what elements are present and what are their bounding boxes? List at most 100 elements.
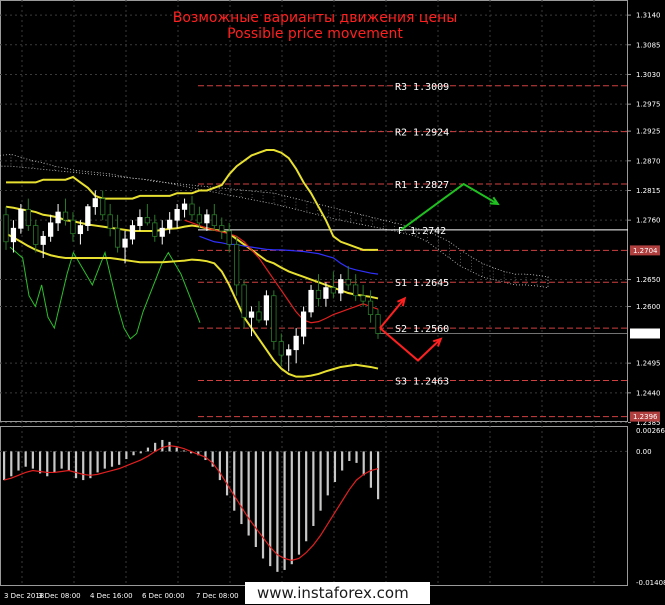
candle-body [226, 230, 232, 245]
x-tick-label: 7 Dec 08:00 [196, 592, 239, 600]
macd-bar [377, 451, 380, 500]
macd-bar [269, 451, 272, 567]
candle-body [375, 314, 381, 334]
candle-body [33, 225, 39, 245]
y-tick-label: 1.2650 [636, 276, 661, 284]
y-tick-label: 1.2600 [636, 303, 661, 311]
level-label-r3: R3 1.3009 [395, 82, 449, 93]
macd-bar [319, 451, 322, 511]
candle-body [219, 225, 225, 232]
candle-body [248, 311, 255, 318]
macd-bar [312, 451, 315, 526]
macd-bar [333, 451, 337, 483]
x-tick-label: 6 Dec 00:00 [142, 592, 185, 600]
price-pane-border [0, 0, 628, 422]
macd-bar [67, 451, 70, 471]
macd-bar [369, 451, 373, 488]
macd-bar [161, 439, 164, 452]
y-tick-label: 1.2815 [636, 187, 661, 195]
macd-bar [38, 451, 42, 474]
macd-bar [204, 451, 207, 461]
macd-bar [247, 451, 250, 536]
candle-body [167, 219, 173, 229]
macd-bar [74, 451, 78, 479]
candle-body [122, 238, 128, 248]
y-tick-label: 1.2440 [636, 389, 661, 397]
macd-bar [103, 451, 106, 469]
candle-body [345, 279, 351, 286]
chart-title-ru: Возможные варианты движения цены [172, 10, 458, 26]
y-tick-label: 1.3140 [636, 12, 661, 20]
candle-body [211, 214, 217, 226]
macd-bar [233, 451, 236, 511]
price-tag-label: 1.2704 [633, 247, 658, 255]
level-label-s1: S1 1.2645 [395, 278, 449, 289]
macd-bar [355, 451, 358, 463]
candle-body [367, 300, 374, 316]
candle-body [263, 295, 270, 321]
macd-bar [110, 451, 114, 467]
macd-bar [31, 451, 34, 469]
macd-bar [96, 451, 99, 473]
macd-bar [3, 451, 6, 481]
candle-body [286, 349, 292, 356]
candle-body [70, 219, 76, 235]
candle-body [181, 203, 188, 210]
candle-body [293, 335, 299, 351]
macd-bar [60, 451, 63, 469]
macd-bar [89, 451, 92, 479]
macd-bar [254, 451, 257, 548]
candle-body [360, 295, 366, 302]
candle-body [107, 214, 113, 229]
y-tick-label: 1.3030 [636, 71, 661, 79]
watermark: www.instaforex.com [245, 582, 430, 604]
macd-bar [305, 451, 308, 542]
macd-bar [17, 451, 20, 471]
candle-body [100, 198, 106, 216]
candle-body [315, 289, 322, 299]
candle-body [278, 341, 284, 356]
candle-body [40, 235, 46, 245]
macd-bar [146, 447, 150, 452]
candle-body [300, 311, 307, 337]
macd-bar [24, 451, 27, 467]
candle-body [353, 284, 359, 297]
candle-body [77, 225, 84, 235]
candle-body [189, 203, 195, 216]
candle-body [241, 284, 247, 318]
macd-bar [218, 451, 221, 481]
candle-body [144, 217, 150, 224]
candle-body [338, 279, 344, 294]
x-tick-label: 4 Dec 16:00 [90, 592, 133, 600]
candle-body [48, 222, 54, 237]
candle-body [92, 198, 98, 208]
candle-body [62, 211, 69, 221]
level-label-r1: R1 1.2827 [395, 180, 449, 191]
candle-body [271, 295, 277, 342]
macd-bar [290, 451, 293, 565]
macd-bar [297, 451, 301, 555]
candle-body [85, 206, 91, 226]
chart-window: 1.3140 1.3085 1.3030 1.2975 1.2925 1.2870 1.28… [0, 0, 665, 605]
candle-body [159, 227, 165, 237]
macd-bar [82, 451, 85, 481]
level-label-r2: R2 1.2924 [395, 128, 449, 139]
macd-bar [240, 451, 243, 525]
candle-body [114, 227, 121, 248]
macd-bar [261, 451, 265, 559]
macd-bar [225, 451, 229, 496]
macd-signal-line [3, 445, 379, 562]
macd-bar [168, 441, 171, 452]
macd-y-tick-label: -0.01408 [636, 579, 665, 587]
price-tag-label: 1.2550 [633, 330, 658, 338]
macd-y-tick-label: 0.00266 [636, 427, 665, 435]
macd-bar [182, 450, 186, 452]
macd-bar [283, 451, 286, 570]
macd-bar [10, 451, 13, 477]
macd-bar [154, 442, 157, 452]
candle-body [129, 225, 136, 240]
candle-body [3, 214, 9, 243]
candle-body [196, 214, 203, 224]
macd-bar [139, 451, 142, 454]
x-tick-label: 3 Dec 08:00 [38, 592, 81, 600]
